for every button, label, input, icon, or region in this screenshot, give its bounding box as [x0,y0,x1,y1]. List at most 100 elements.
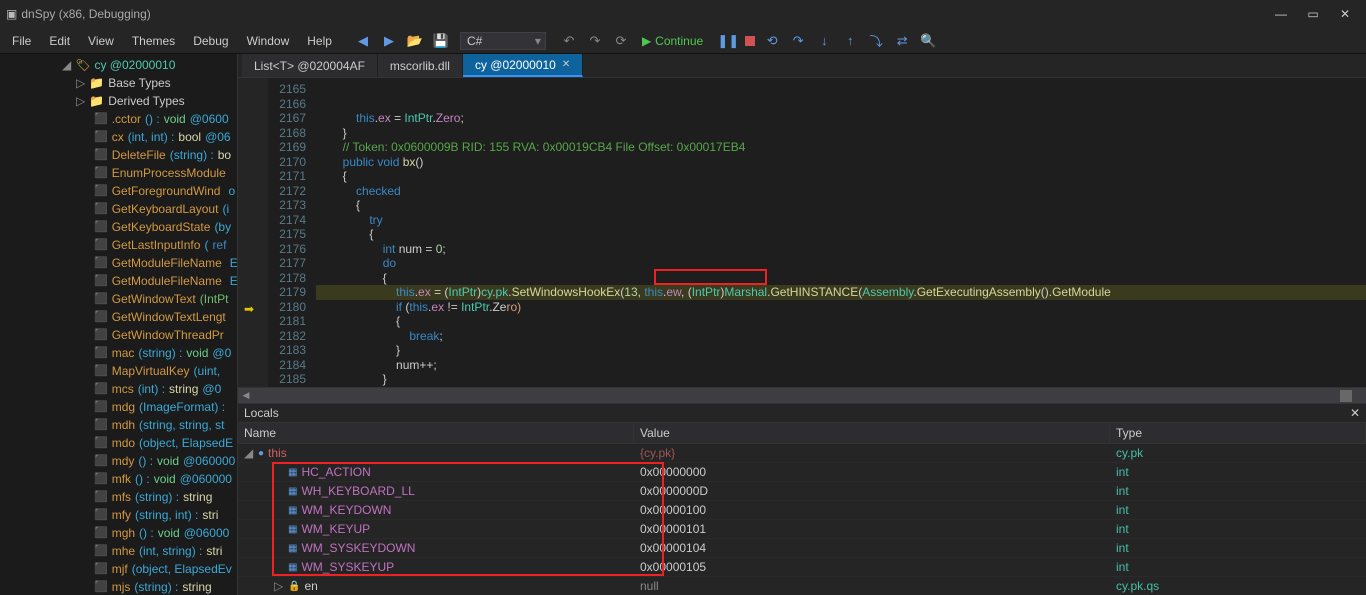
tree-row[interactable]: ⬛ mdy() : void @060000 [0,452,237,470]
locals-row[interactable]: ◢● this{cy.pk}cy.pk [238,444,1366,463]
col-name[interactable]: Name [238,423,634,443]
flow-icon[interactable]: ⇄ [893,32,911,50]
method-icon: ⬛ [94,363,108,379]
method-icon: ⬛ [94,525,108,541]
menu-debug[interactable]: Debug [185,31,236,51]
method-icon: ⬛ [94,219,108,235]
maximize-button[interactable]: ▭ [1306,7,1320,21]
tree-row[interactable]: ⬛ GetLastInputInfo(ref [0,236,237,254]
breakpoint-margin[interactable]: ➡ [238,78,268,387]
expand-icon[interactable]: ◢ [244,446,254,460]
tree-row[interactable]: ◢ 🏷 cy @02000010 [0,56,237,74]
step-icon[interactable]: ⤵ [867,32,885,50]
tree-row[interactable]: ⬛ GetModuleFileNameE [0,272,237,290]
restart-icon[interactable]: ⟲ [763,32,781,50]
tree-row[interactable]: ⬛ MapVirtualKey(uint, [0,362,237,380]
highlight-box-locals [272,462,664,576]
expand-icon[interactable]: ▷ [274,579,284,593]
minimize-button[interactable]: — [1274,7,1288,21]
tab[interactable]: cy @02000010✕ [463,54,583,77]
search-icon[interactable]: 🔍 [919,32,937,50]
tree-row[interactable]: ⬛ mfy(string, int) : stri [0,506,237,524]
method-icon: ⬛ [94,579,108,595]
tree-row[interactable]: ⬛ cx(int, int) : bool @06 [0,128,237,146]
tree-row[interactable]: ⬛ GetKeyboardLayout(i [0,200,237,218]
refresh-icon[interactable]: ⟳ [612,32,630,50]
menu-window[interactable]: Window [239,31,298,51]
method-icon: ⬛ [94,165,108,181]
class-icon: 🏷 [75,57,90,73]
tab-close-icon[interactable]: ✕ [562,59,570,70]
tree-row[interactable]: ▷ 📁 Derived Types [0,92,237,110]
continue-button[interactable]: ▶ Continue [642,34,703,48]
tree-row[interactable]: ⬛ GetKeyboardState(by [0,218,237,236]
tree-row[interactable]: ⬛ GetForegroundWindo [0,182,237,200]
tree-row[interactable]: ⬛ mac(string) : void @0 [0,344,237,362]
method-icon: ⬛ [94,453,108,469]
code-editor[interactable]: ➡ 21652166216721682169217021712172217321… [238,78,1366,387]
method-icon: ⬛ [94,561,108,577]
horizontal-scrollbar[interactable]: ◀ [238,387,1366,403]
locals-grid-header: Name Value Type [238,423,1366,444]
scroll-left-icon[interactable]: ◀ [240,390,252,402]
tree-row[interactable]: ⬛ mfk() : void @060000 [0,470,237,488]
stop-icon[interactable] [745,36,755,46]
tree-row[interactable]: ⬛ mjs(string) : string [0,578,237,595]
tab[interactable]: List<T> @020004AF [242,54,378,77]
tree-row[interactable]: ⬛ DeleteFile(string) : bo [0,146,237,164]
menu-edit[interactable]: Edit [41,31,78,51]
locals-row[interactable]: ▷🔒 ennullcy.pk.qs [238,577,1366,595]
open-folder-icon[interactable]: 📂 [406,32,424,50]
tree-row[interactable]: ⬛ GetModuleFileNameE [0,254,237,272]
nav-forward-icon[interactable]: ▶ [380,32,398,50]
redo-icon[interactable]: ↷ [586,32,604,50]
tree-row[interactable]: ⬛ mdg(ImageFormat) : [0,398,237,416]
assembly-explorer: ◢ 🏷 cy @02000010▷ 📁 Base Types▷ 📁 Derive… [0,54,238,595]
method-icon: ⬛ [94,381,108,397]
language-dropdown[interactable]: C# [460,32,546,50]
method-icon: ⬛ [94,507,108,523]
tree-row[interactable]: ⬛ GetWindowThreadPr [0,326,237,344]
tree-row[interactable]: ⬛ mhe(int, string) : stri [0,542,237,560]
method-icon: ⬛ [94,291,108,307]
method-icon: ⬛ [94,471,108,487]
tree-row[interactable]: ⬛ mfs(string) : string [0,488,237,506]
tree-row[interactable]: ⬛ mdo(object, ElapsedE [0,434,237,452]
tree-row[interactable]: ⬛ GetWindowTextLengt [0,308,237,326]
tree-row[interactable]: ⬛ mdh(string, string, st [0,416,237,434]
tree-row[interactable]: ▷ 📁 Base Types [0,74,237,92]
undo-icon[interactable]: ↶ [560,32,578,50]
nav-back-icon[interactable]: ◀ [354,32,372,50]
menu-view[interactable]: View [80,31,122,51]
save-icon[interactable]: 💾 [432,32,450,50]
step-out-icon[interactable]: ↑ [841,32,859,50]
pause-icon[interactable]: ❚❚ [719,32,737,50]
tree-row[interactable]: ⬛ mcs(int) : string @0 [0,380,237,398]
tree-row[interactable]: ⬛ .cctor() : void @0600 [0,110,237,128]
step-over-icon[interactable]: ↷ [789,32,807,50]
scroll-right-icon[interactable] [1340,390,1352,402]
menu-help[interactable]: Help [299,31,340,51]
col-value[interactable]: Value [634,423,1110,443]
method-icon: ⬛ [94,237,108,253]
folder-icon: 📁 [89,93,104,109]
method-icon: ⬛ [94,435,108,451]
method-icon: ⬛ [94,183,108,199]
close-button[interactable]: ✕ [1338,7,1352,21]
code-area[interactable]: this.ex = IntPtr.Zero; } // Token: 0x060… [316,78,1366,387]
tree-row[interactable]: ⬛ EnumProcessModule [0,164,237,182]
method-icon: ⬛ [94,489,108,505]
tab-bar: List<T> @020004AFmscorlib.dllcy @0200001… [238,54,1366,78]
tree-row[interactable]: ⬛ mgh() : void @06000 [0,524,237,542]
tree-row[interactable]: ⬛ mjf(object, ElapsedEv [0,560,237,578]
step-into-icon[interactable]: ↓ [815,32,833,50]
menu-file[interactable]: File [4,31,39,51]
method-icon: ⬛ [94,201,108,217]
panel-close-icon[interactable]: ✕ [1350,406,1360,420]
titlebar: ▣ dnSpy (x86, Debugging) — ▭ ✕ [0,0,1366,28]
tree-row[interactable]: ⬛ GetWindowText(IntPt [0,290,237,308]
method-icon: ⬛ [94,345,108,361]
tab[interactable]: mscorlib.dll [378,54,463,77]
menu-themes[interactable]: Themes [124,31,183,51]
col-type[interactable]: Type [1110,423,1366,443]
